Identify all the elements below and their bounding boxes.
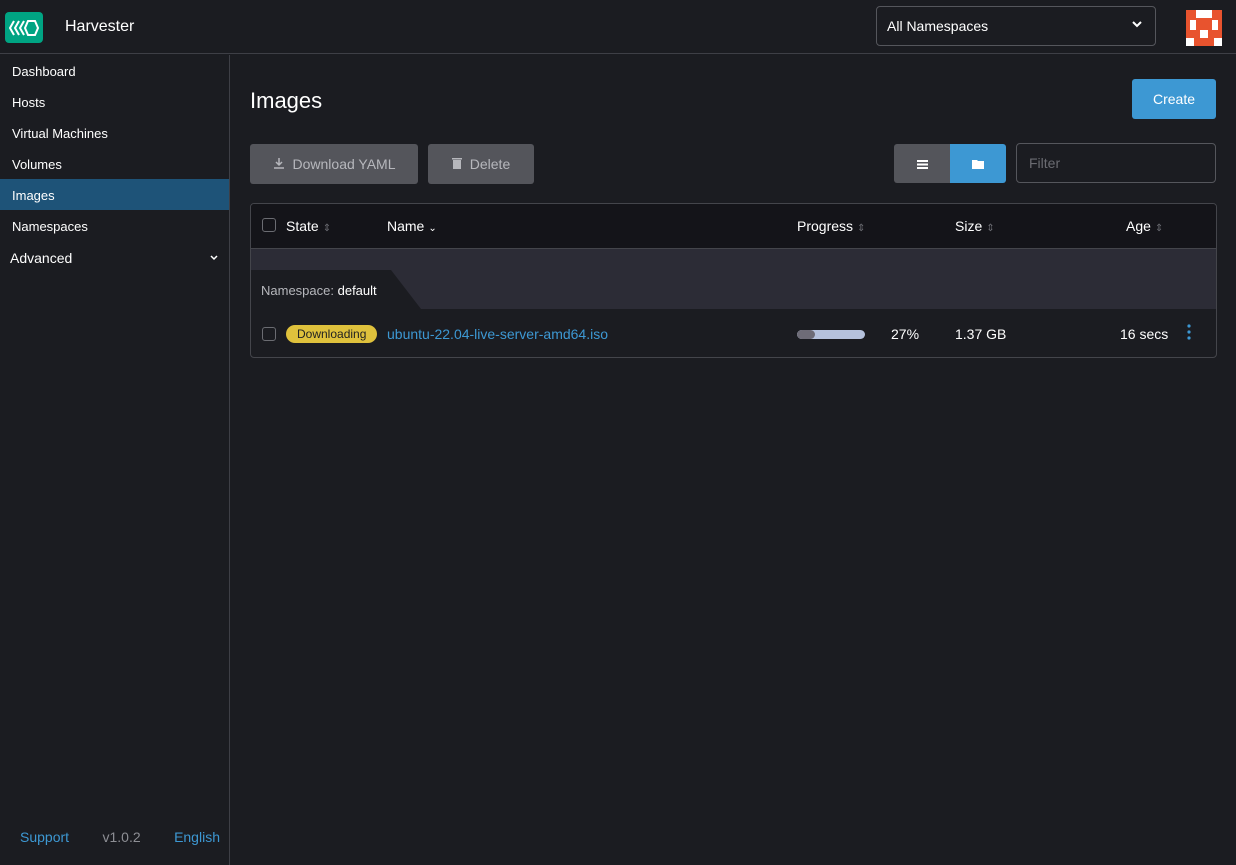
kebab-menu-icon[interactable] — [1187, 324, 1191, 343]
top-header: Harvester All Namespaces — [0, 0, 1236, 54]
sort-icon: ⇕ — [986, 223, 995, 234]
progress-bar — [797, 330, 865, 339]
sidebar-item-images[interactable]: Images — [0, 179, 229, 210]
group-by-namespace-button[interactable] — [950, 144, 1006, 183]
sort-icon: ⇕ — [322, 223, 332, 234]
progress-percent: 27% — [891, 326, 920, 342]
column-progress-label: Progress — [797, 218, 854, 234]
progress-bar-fill — [797, 330, 816, 339]
select-all-checkbox[interactable] — [262, 218, 276, 232]
sidebar-item-virtual-machines[interactable]: Virtual Machines — [0, 117, 229, 148]
sort-down-icon: ⌄ — [428, 223, 437, 234]
column-age-label: Age — [1126, 218, 1151, 234]
version-label: v1.0.2 — [102, 829, 141, 845]
download-yaml-label: Download YAML — [292, 156, 396, 172]
sidebar-group-advanced[interactable]: Advanced — [0, 241, 229, 275]
image-name-link[interactable]: ubuntu-22.04-live-server-amd64.iso — [387, 326, 608, 342]
sort-icon: ⇕ — [1154, 223, 1164, 234]
trash-icon — [451, 156, 462, 172]
row-checkbox[interactable] — [262, 327, 276, 341]
table-header: State ⇕ Name ⌄ Progress ⇕ Size ⇕ Age ⇕ — [251, 204, 1216, 249]
user-avatar[interactable] — [1186, 10, 1222, 46]
column-age[interactable]: Age ⇕ — [1126, 218, 1163, 234]
download-yaml-button[interactable]: Download YAML — [250, 144, 418, 184]
sidebar-item-dashboard[interactable]: Dashboard — [0, 55, 229, 86]
page-title: Images — [250, 88, 323, 113]
table-row: Downloading ubuntu-22.04-live-server-amd… — [251, 309, 1216, 357]
images-table: State ⇕ Name ⌄ Progress ⇕ Size ⇕ Age ⇕ Namesp… — [250, 203, 1217, 358]
status-badge: Downloading — [286, 325, 378, 343]
delete-label: Delete — [469, 156, 511, 172]
filter-input[interactable] — [1016, 143, 1216, 183]
chevron-down-icon — [209, 250, 219, 266]
folder-icon — [972, 156, 984, 172]
download-icon — [273, 156, 285, 172]
flat-list-button[interactable] — [894, 144, 950, 183]
column-size[interactable]: Size ⇕ — [955, 218, 995, 234]
support-link[interactable]: Support — [20, 829, 69, 845]
namespace-select[interactable]: All Namespaces — [876, 6, 1156, 46]
namespace-group-row: Namespace: default — [251, 249, 1216, 309]
app-title: Harvester — [65, 18, 135, 35]
column-state[interactable]: State ⇕ — [286, 218, 331, 234]
sidebar-footer: Support v1.0.2 English — [20, 829, 220, 845]
namespace-group-value: default — [337, 283, 377, 298]
sidebar-item-hosts[interactable]: Hosts — [0, 86, 229, 117]
sidebar-item-volumes[interactable]: Volumes — [0, 148, 229, 179]
delete-button[interactable]: Delete — [428, 144, 534, 184]
column-name-label: Name — [387, 218, 425, 234]
namespace-group-tab: Namespace: default — [251, 270, 421, 309]
sidebar-item-namespaces[interactable]: Namespaces — [0, 210, 229, 241]
chevron-down-icon — [1131, 17, 1143, 33]
namespace-select-value: All Namespaces — [887, 18, 989, 34]
image-age: 16 secs — [1120, 326, 1169, 342]
language-selector[interactable]: English — [174, 829, 220, 845]
sidebar-group-label: Advanced — [10, 250, 73, 266]
image-size: 1.37 GB — [955, 326, 1007, 342]
namespace-group-label: Namespace: — [261, 283, 334, 298]
column-progress[interactable]: Progress ⇕ — [797, 218, 865, 234]
sort-icon: ⇕ — [857, 223, 866, 234]
sidebar: Dashboard Hosts Virtual Machines Volumes… — [0, 55, 230, 865]
view-toggle — [894, 144, 1006, 183]
create-button[interactable]: Create — [1132, 79, 1216, 119]
list-icon — [916, 156, 928, 172]
column-size-label: Size — [955, 218, 983, 234]
harvester-logo-icon[interactable] — [5, 12, 43, 43]
column-name[interactable]: Name ⌄ — [387, 218, 437, 234]
column-state-label: State — [286, 218, 319, 234]
